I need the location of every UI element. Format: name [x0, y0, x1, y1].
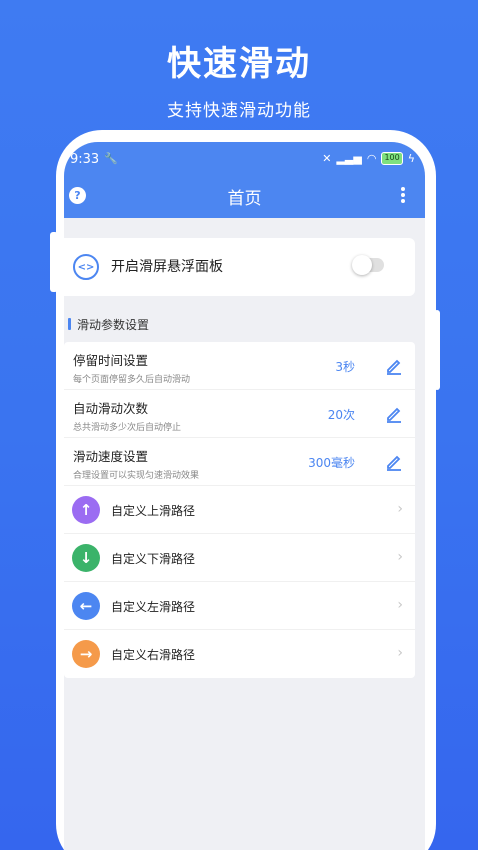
phone-side-button-left: [50, 232, 58, 292]
path-row-up[interactable]: ↑ 自定义上滑路径 ›: [64, 486, 415, 534]
setting-row-dwell-time[interactable]: 停留时间设置 每个页面停留多久后自动滑动 3秒: [64, 342, 415, 390]
edit-icon[interactable]: [385, 453, 403, 471]
wifi-icon: ◠: [366, 152, 377, 165]
floating-panel-label: 开启滑屏悬浮面板: [111, 259, 223, 275]
section-header: 滑动参数设置: [68, 316, 149, 332]
status-time: 9:33: [70, 152, 100, 167]
setting-title: 自动滑动次数: [73, 401, 149, 416]
status-icons: ✕ ▂▃▅ ◠ 100 ϟ: [322, 152, 415, 165]
edit-icon[interactable]: [385, 357, 403, 375]
setting-title: 停留时间设置: [73, 353, 149, 368]
page-title: 首页: [227, 189, 262, 209]
phone-screen: 9:33 🔧 ✕ ▂▃▅ ◠ 100 ϟ ? 首页 <> 开启滑屏悬浮面板 滑动…: [64, 142, 425, 850]
mute-icon: ✕: [322, 152, 332, 165]
path-row-right[interactable]: → 自定义右滑路径 ›: [64, 630, 415, 678]
path-label: 自定义左滑路径: [111, 600, 196, 614]
setting-value: 3秒: [335, 360, 355, 374]
promo-subtitle: 支持快速滑动功能: [167, 101, 311, 121]
arrow-up-icon: ↑: [72, 496, 100, 524]
charging-icon: ϟ: [407, 152, 415, 165]
path-label: 自定义下滑路径: [111, 552, 196, 566]
edit-icon[interactable]: [385, 405, 403, 423]
phone-side-button-right: [434, 310, 440, 390]
arrow-right-icon: →: [72, 640, 100, 668]
chevron-right-icon: ›: [397, 549, 403, 565]
setting-desc: 总共滑动多少次后自动停止: [73, 423, 182, 433]
section-title: 滑动参数设置: [77, 317, 150, 332]
chevron-right-icon: ›: [397, 501, 403, 517]
path-row-left[interactable]: ← 自定义左滑路径 ›: [64, 582, 415, 630]
more-vertical-icon[interactable]: [401, 187, 405, 203]
wrench-icon: 🔧: [104, 152, 118, 165]
setting-value: 20次: [327, 408, 355, 422]
setting-title: 滑动速度设置: [73, 449, 149, 464]
arrow-left-icon: ←: [72, 592, 100, 620]
path-row-down[interactable]: ↓ 自定义下滑路径 ›: [64, 534, 415, 582]
setting-row-swipe-count[interactable]: 自动滑动次数 总共滑动多少次后自动停止 20次: [64, 390, 415, 438]
settings-list: 停留时间设置 每个页面停留多久后自动滑动 3秒 自动滑动次数 总共滑动多少次后自…: [64, 342, 415, 678]
battery-icon: 100: [381, 152, 403, 165]
chevron-right-icon: ›: [397, 597, 403, 613]
floating-panel-toggle[interactable]: [352, 255, 384, 275]
setting-row-swipe-speed[interactable]: 滑动速度设置 合理设置可以实现匀速滑动效果 300毫秒: [64, 438, 415, 486]
setting-desc: 合理设置可以实现匀速滑动效果: [73, 471, 200, 481]
code-icon: <>: [73, 254, 99, 280]
setting-value: 300毫秒: [308, 456, 355, 470]
path-label: 自定义右滑路径: [111, 648, 196, 662]
setting-desc: 每个页面停留多久后自动滑动: [73, 375, 191, 385]
chevron-right-icon: ›: [397, 645, 403, 661]
promo-title: 快速滑动: [167, 44, 311, 84]
section-accent-bar: [68, 318, 71, 330]
app-bar: 9:33 🔧 ✕ ▂▃▅ ◠ 100 ϟ ? 首页: [64, 142, 425, 218]
floating-panel-card: <> 开启滑屏悬浮面板: [64, 238, 415, 296]
toggle-knob: [352, 255, 372, 275]
path-label: 自定义上滑路径: [111, 504, 196, 518]
arrow-down-icon: ↓: [72, 544, 100, 572]
signal-icon: ▂▃▅: [336, 152, 362, 165]
